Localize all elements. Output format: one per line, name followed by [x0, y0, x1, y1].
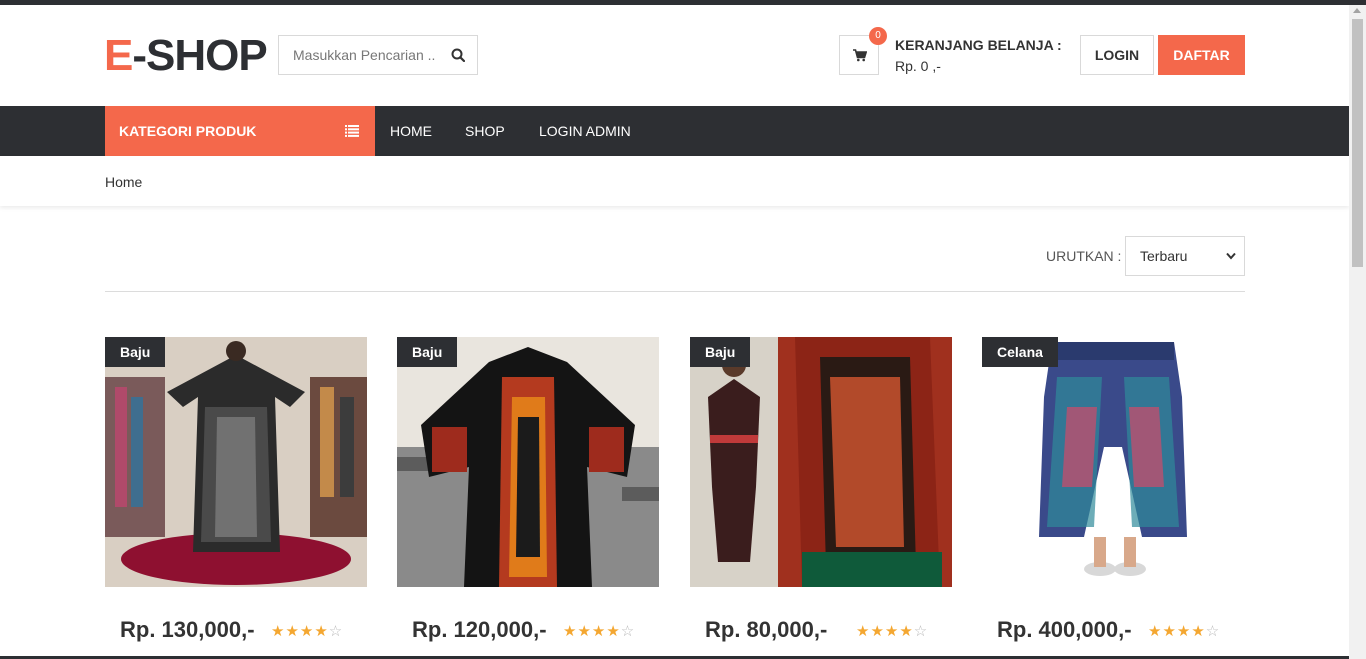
product-price: Rp. 400,000,-	[997, 617, 1132, 642]
login-button[interactable]: LOGIN	[1080, 35, 1154, 75]
breadcrumb-bar	[0, 156, 1349, 206]
cart-total: Rp. 0 ,-	[895, 58, 941, 74]
search-input[interactable]	[279, 36, 439, 74]
nav-link-login-admin[interactable]: LOGIN ADMIN	[539, 106, 631, 156]
product-card[interactable]: Baju Rp. 80,000,- ★★★★☆	[690, 337, 952, 659]
product-image[interactable]	[397, 337, 659, 587]
product-card[interactable]: Baju Rp. 120,000,- ★★★★☆	[397, 337, 659, 659]
scrollbar-thumb[interactable]	[1352, 19, 1363, 267]
product-category-badge: Baju	[397, 337, 458, 367]
sort-label: URUTKAN :	[1046, 248, 1122, 264]
category-menu-button[interactable]: KATEGORI PRODUK	[105, 106, 375, 156]
product-card[interactable]: Baju Rp. 130,000,- ★★★★☆	[105, 337, 367, 659]
site-logo[interactable]: E-SHOP	[104, 31, 268, 81]
star-empty-icon: ☆	[620, 623, 636, 640]
product-category-badge: Celana	[982, 337, 1058, 367]
shopping-cart-icon	[853, 49, 867, 62]
product-card[interactable]: Celana Rp. 400,000,- ★★★★☆	[982, 337, 1244, 659]
product-rating: ★★★★☆	[563, 622, 635, 640]
star-empty-icon: ☆	[913, 623, 929, 640]
nav-link-shop[interactable]: SHOP	[465, 106, 505, 156]
cart-title: KERANJANG BELANJA :	[895, 37, 1062, 53]
star-icon: ★★★★	[563, 623, 621, 640]
cart-count-badge: 0	[869, 27, 887, 45]
star-empty-icon: ☆	[328, 623, 344, 640]
product-price: Rp. 130,000,-	[120, 617, 255, 642]
divider	[105, 291, 1245, 292]
star-icon: ★★★★	[856, 623, 914, 640]
star-icon: ★★★★	[1148, 623, 1206, 640]
page-scrollbar[interactable]	[1349, 5, 1366, 659]
search-box	[278, 35, 478, 75]
product-price: Rp. 120,000,-	[412, 617, 547, 642]
chevron-down-icon	[1226, 252, 1236, 260]
list-menu-icon	[345, 125, 359, 137]
breadcrumb[interactable]: Home	[105, 174, 142, 190]
product-price: Rp. 80,000,-	[705, 617, 828, 642]
product-image[interactable]	[690, 337, 952, 587]
product-category-badge: Baju	[690, 337, 751, 367]
product-category-badge: Baju	[105, 337, 166, 367]
nav-link-home[interactable]: HOME	[390, 106, 432, 156]
product-image[interactable]	[982, 337, 1244, 587]
star-icon: ★★★★	[271, 623, 329, 640]
top-border	[0, 0, 1366, 5]
sort-select[interactable]: Terbaru	[1125, 236, 1245, 276]
scroll-up-icon[interactable]	[1353, 8, 1361, 13]
product-image[interactable]	[105, 337, 367, 587]
register-button[interactable]: DAFTAR	[1158, 35, 1245, 75]
search-icon[interactable]	[451, 48, 465, 62]
category-menu-label: KATEGORI PRODUK	[119, 123, 257, 139]
product-rating: ★★★★☆	[271, 622, 343, 640]
product-rating: ★★★★☆	[1148, 622, 1220, 640]
sort-selected-value: Terbaru	[1140, 248, 1188, 264]
product-rating: ★★★★☆	[856, 622, 928, 640]
star-empty-icon: ☆	[1205, 623, 1221, 640]
